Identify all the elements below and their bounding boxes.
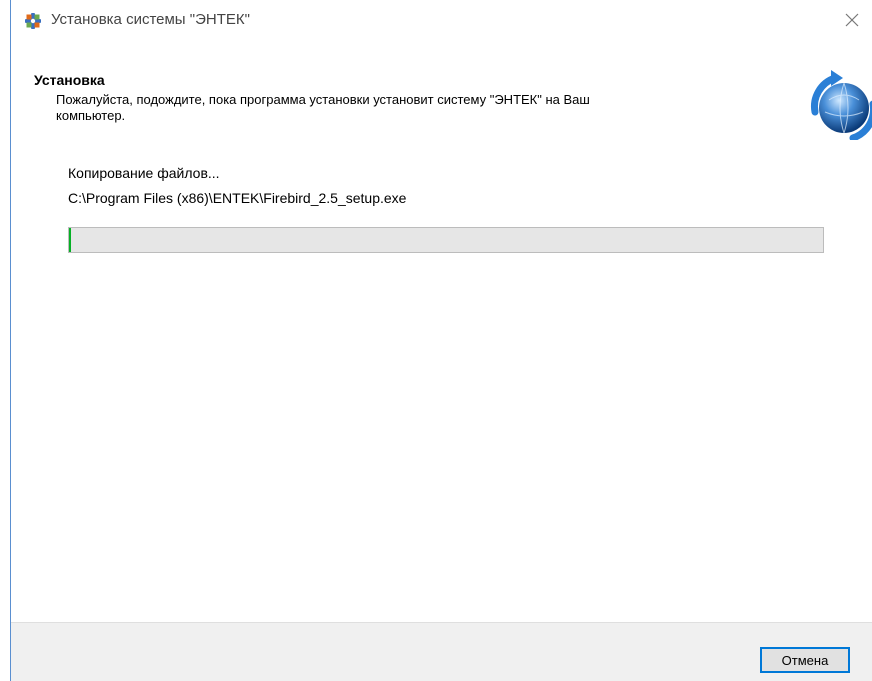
footer-panel: Отмена xyxy=(11,622,872,681)
close-button[interactable] xyxy=(832,0,872,40)
header-panel: Установка Пожалуйста, подождите, пока пр… xyxy=(11,40,872,150)
status-text: Копирование файлов... xyxy=(68,165,220,181)
progress-fill xyxy=(69,228,72,252)
progress-bar xyxy=(68,227,824,253)
title-bar[interactable]: Установка системы "ЭНТЕК" xyxy=(11,0,872,40)
close-icon xyxy=(845,13,859,27)
current-file-path: C:\Program Files (x86)\ENTEK\Firebird_2.… xyxy=(68,190,407,206)
app-icon xyxy=(25,13,41,29)
page-description: Пожалуйста, подождите, пока программа ус… xyxy=(56,92,590,123)
page-title: Установка xyxy=(34,72,105,88)
cancel-button[interactable]: Отмена xyxy=(760,647,850,673)
installer-window: Установка системы "ЭНТЕК" Установка Пожа… xyxy=(0,0,872,681)
window-title: Установка системы "ЭНТЕК" xyxy=(51,11,250,28)
globe-refresh-icon xyxy=(803,60,872,142)
